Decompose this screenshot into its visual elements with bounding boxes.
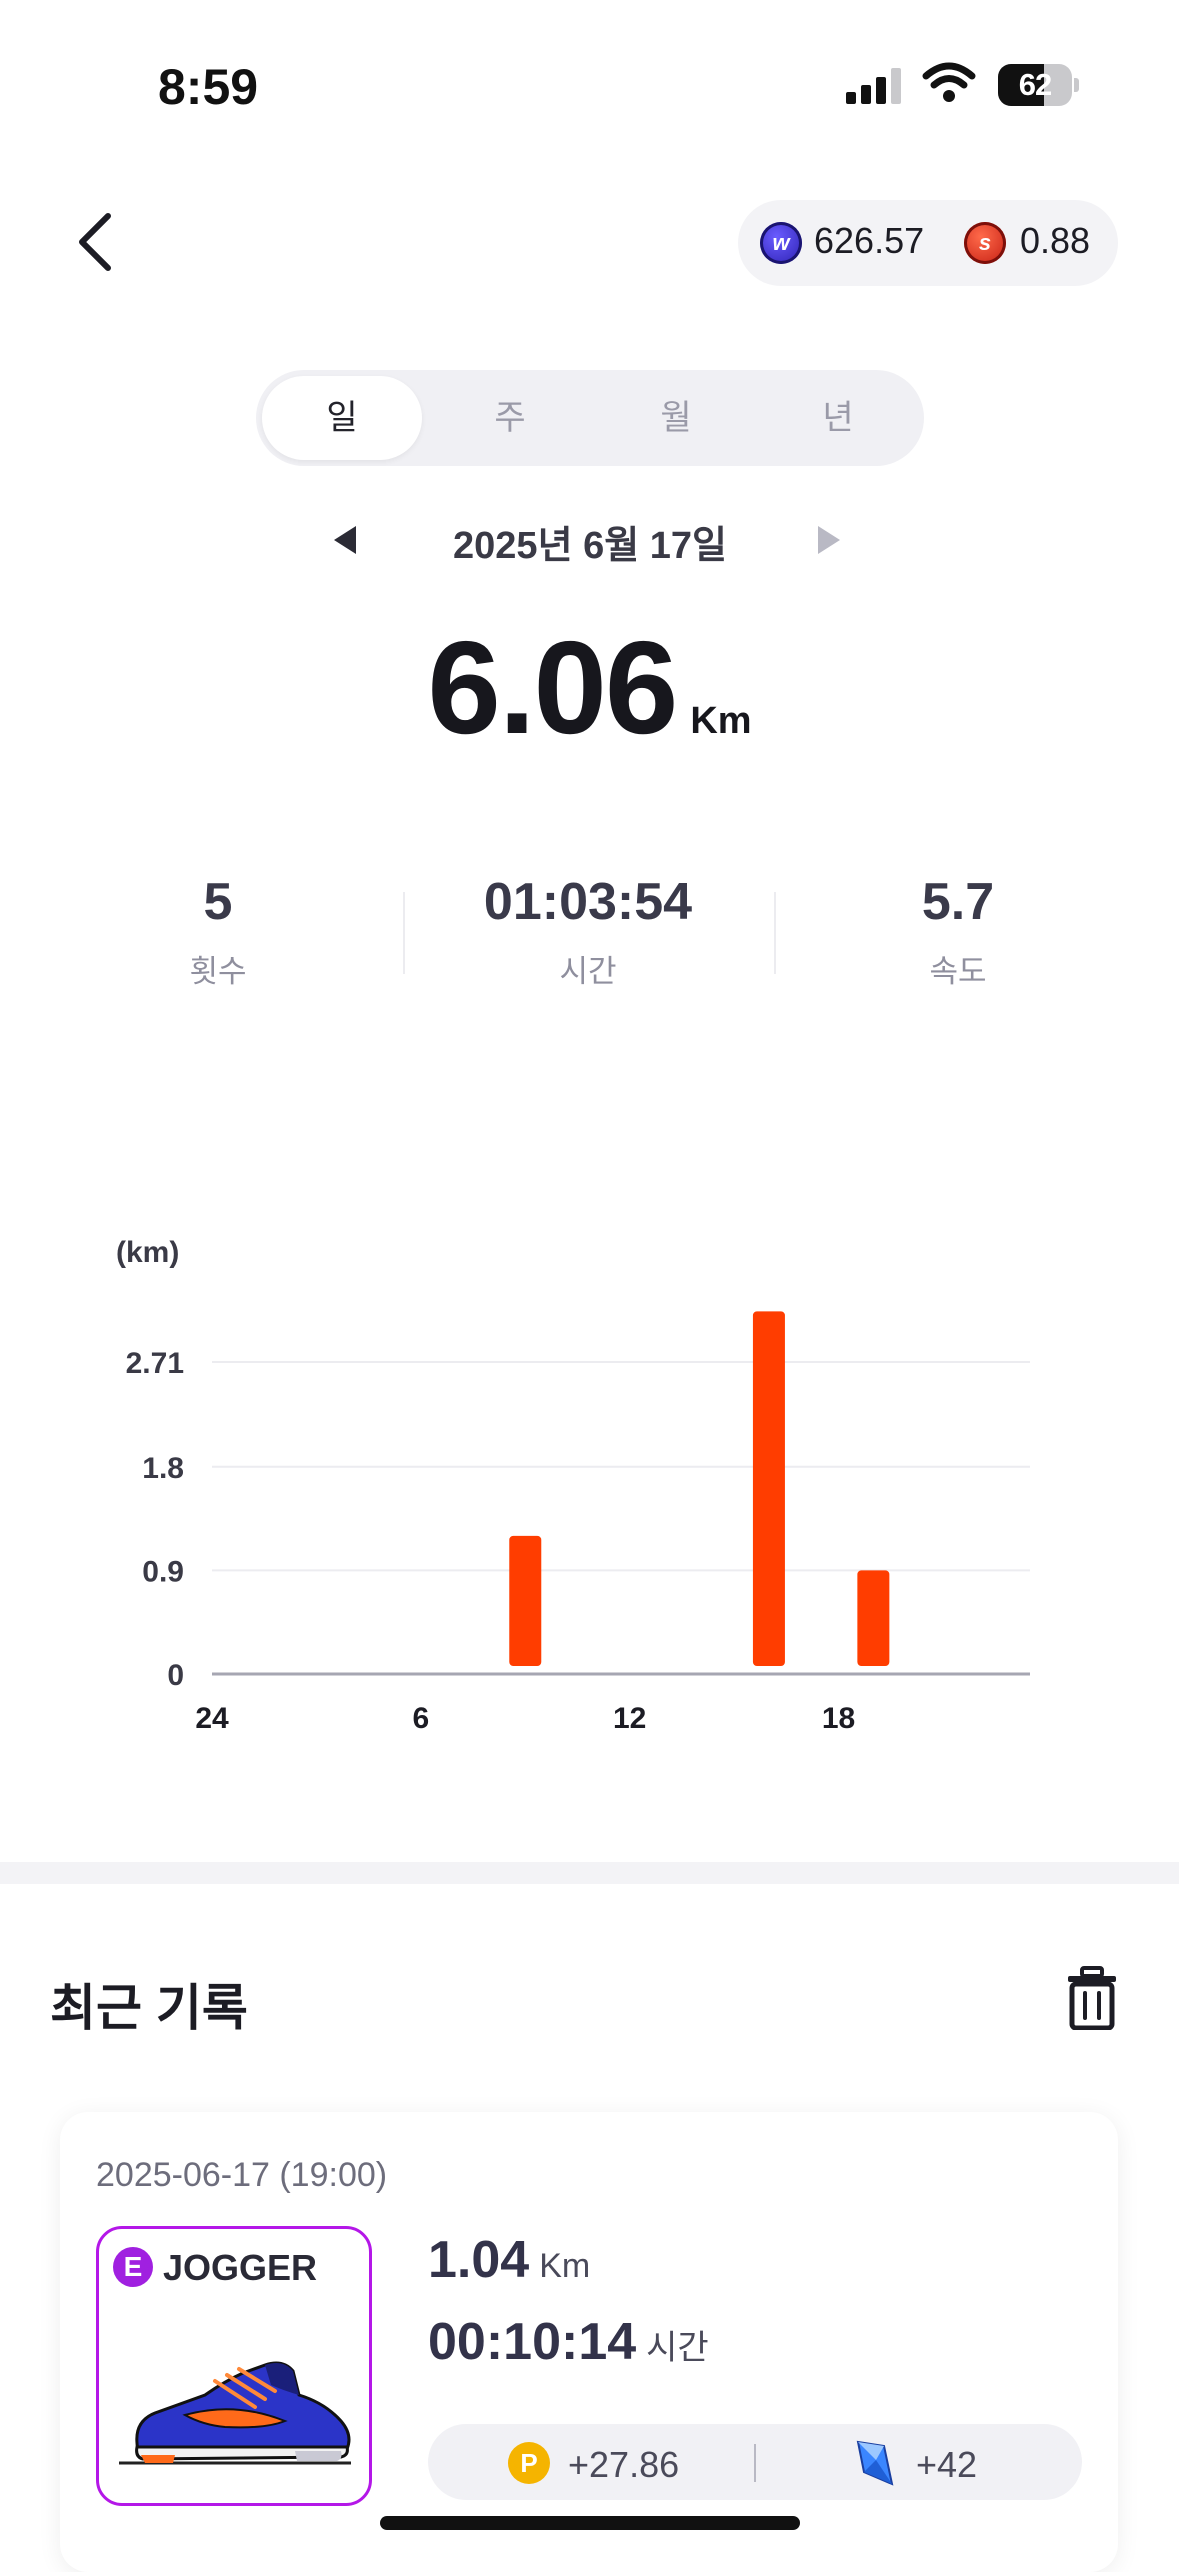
record-distance: 1.04 Km: [428, 2230, 590, 2290]
stat-divider: [774, 892, 776, 974]
record-time: 00:10:14 시간: [428, 2312, 709, 2372]
gem-icon: [856, 2440, 894, 2486]
period-tabs: 일 주 월 년: [256, 370, 924, 466]
stat-speed-value: 5.7: [921, 873, 995, 931]
chart-y-axis-label: (km): [116, 1236, 179, 1269]
previous-date-arrow-icon[interactable]: [334, 526, 356, 554]
s-token-coin-icon: s: [964, 222, 1006, 264]
tab-day[interactable]: 일: [262, 376, 422, 460]
cellular-signal-icon: [846, 68, 901, 104]
home-indicator: [380, 2516, 800, 2530]
chart-bar: [752, 1311, 785, 1666]
stat-speed-label: 속도: [929, 954, 987, 989]
record-time-value: 00:10:14: [428, 2313, 637, 2371]
shoe-type: JOGGER: [163, 2247, 318, 2288]
token-balances: w 626.57 s 0.88: [738, 200, 1118, 286]
battery-indicator: 62: [998, 64, 1079, 106]
s-token-balance: 0.88: [1020, 220, 1091, 261]
sneaker-icon: [119, 2361, 351, 2465]
tab-month[interactable]: 월: [596, 376, 756, 460]
w-token-balance: 626.57: [814, 220, 925, 261]
section-divider: [0, 1862, 1179, 1884]
total-distance-value: 6.06: [427, 614, 678, 761]
back-chevron-icon[interactable]: [72, 210, 120, 274]
shoe-card: E JOGGER: [96, 2226, 372, 2506]
stat-speed: 5.7 속도: [808, 872, 1108, 991]
point-reward: +27.86: [568, 2444, 680, 2485]
point-coin-icon: P: [508, 2442, 550, 2484]
trash-icon[interactable]: [1064, 1966, 1120, 2030]
stat-time-value: 01:03:54: [483, 873, 693, 931]
chart-x-tick-label: 12: [613, 1702, 646, 1735]
w-token-coin-icon: w: [760, 222, 802, 264]
chart-bar: [857, 1570, 890, 1666]
stat-time: 01:03:54 시간: [438, 872, 738, 991]
battery-percent: 62: [1018, 67, 1052, 102]
chart-bar: [509, 1535, 542, 1666]
chart-x-tick-label: 24: [195, 1702, 229, 1735]
tab-year[interactable]: 년: [758, 376, 918, 460]
chart-y-tick-label: 1.8: [142, 1452, 184, 1485]
tab-week[interactable]: 주: [430, 376, 590, 460]
record-card[interactable]: 2025-06-17 (19:00) E JOGGER 1.04 Km 00:10…: [60, 2112, 1118, 2572]
chart-y-tick-label: 0: [167, 1659, 184, 1692]
record-rewards: P +27.86 +42: [428, 2424, 1082, 2500]
next-date-arrow-icon[interactable]: [818, 526, 840, 554]
distance-by-hour-chart: (km) 2.71 1.8 0.9 0 24 6 12 18: [116, 1236, 1030, 1735]
reward-divider: [754, 2444, 756, 2482]
wifi-icon: [922, 62, 976, 102]
chart-y-tick-label: 2.71: [126, 1347, 184, 1380]
current-date: 2025년 6월 17일: [453, 525, 727, 567]
stat-count-value: 5: [203, 873, 233, 931]
stat-divider: [403, 892, 405, 974]
record-datetime: 2025-06-17 (19:00): [96, 2156, 388, 2194]
record-time-unit: 시간: [646, 2329, 709, 2367]
recent-records-title: 최근 기록: [50, 1980, 248, 2036]
stat-count: 5 횟수: [68, 872, 368, 991]
stat-count-label: 횟수: [189, 954, 247, 989]
record-distance-value: 1.04: [428, 2231, 530, 2289]
chart-y-tick-label: 0.9: [142, 1555, 184, 1588]
chart-x-tick-label: 6: [413, 1702, 430, 1735]
grade-badge: E: [113, 2247, 153, 2287]
total-distance: 6.06 Km: [0, 612, 1179, 763]
stat-time-label: 시간: [559, 954, 617, 989]
gem-reward: +42: [916, 2444, 978, 2485]
record-distance-unit: Km: [539, 2247, 591, 2285]
chart-x-tick-label: 18: [822, 1702, 855, 1735]
status-time: 8:59: [158, 59, 259, 115]
total-distance-unit: Km: [690, 700, 752, 742]
